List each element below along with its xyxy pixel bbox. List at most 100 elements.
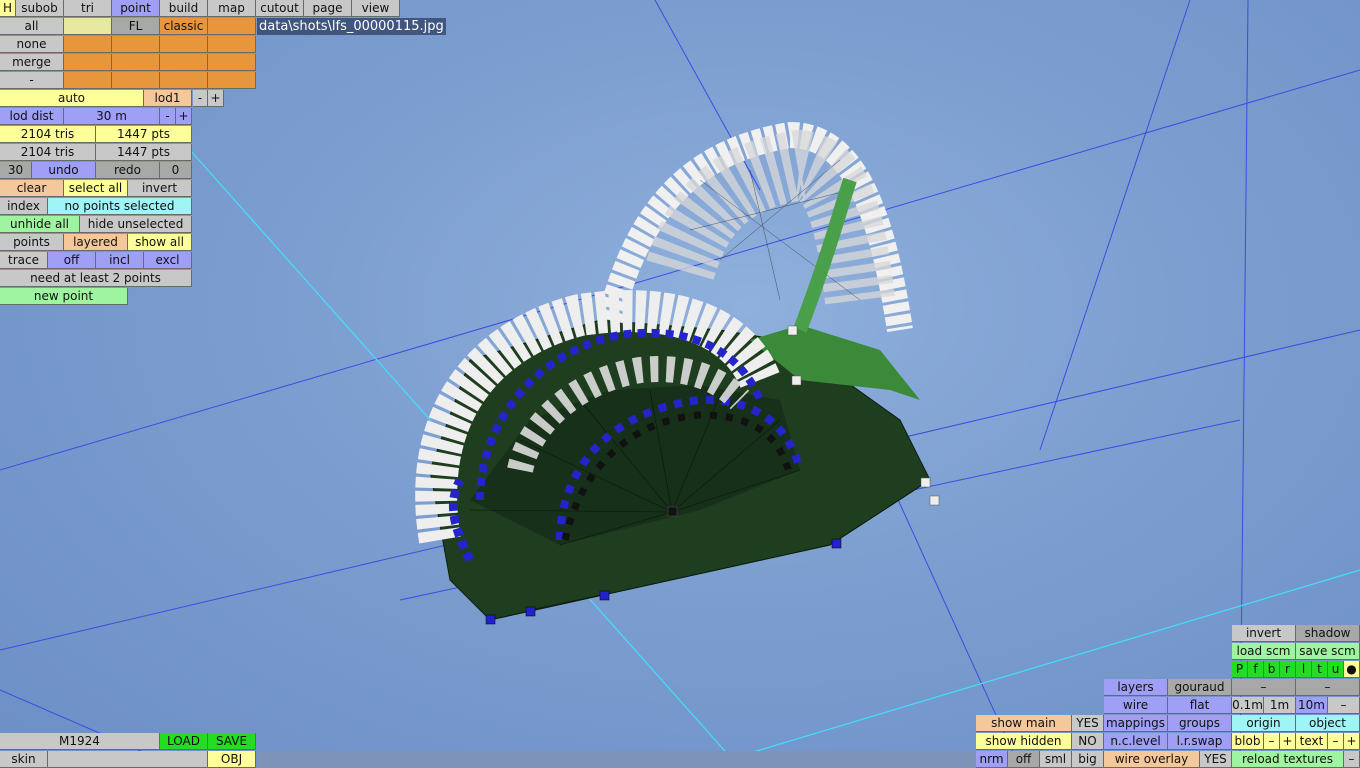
view-b-button[interactable]: b: [1264, 661, 1280, 678]
off-button[interactable]: off: [1008, 751, 1040, 768]
shadow-button[interactable]: shadow: [1296, 625, 1360, 642]
tab-point[interactable]: point: [112, 0, 160, 17]
lod-minus-button[interactable]: -: [193, 90, 208, 107]
groups-button[interactable]: groups: [1168, 715, 1232, 732]
reload-minus-button[interactable]: –: [1344, 751, 1360, 768]
text-button[interactable]: text: [1296, 733, 1328, 750]
lr-swap-button[interactable]: l.r.swap: [1168, 733, 1232, 750]
model-name[interactable]: M1924: [0, 733, 160, 750]
trace-excl-button[interactable]: excl: [144, 252, 192, 269]
lod-plus-button[interactable]: +: [208, 90, 224, 107]
redo-button[interactable]: redo: [96, 162, 160, 179]
tab-help[interactable]: H: [0, 0, 16, 17]
big-button[interactable]: big: [1072, 751, 1104, 768]
tab-map[interactable]: map: [208, 0, 256, 17]
undo-button[interactable]: undo: [32, 162, 96, 179]
view-p-button[interactable]: P: [1232, 661, 1248, 678]
tab-build[interactable]: build: [160, 0, 208, 17]
grid-minus-button[interactable]: –: [1328, 697, 1360, 714]
obj-button[interactable]: OBJ: [208, 751, 256, 768]
show-main-button[interactable]: show main: [976, 715, 1072, 732]
text-minus-button[interactable]: –: [1328, 733, 1344, 750]
origin-button[interactable]: origin: [1232, 715, 1296, 732]
hide-unselected-button[interactable]: hide unselected: [80, 216, 192, 233]
reload-textures-button[interactable]: reload textures: [1232, 751, 1344, 768]
trace-incl-button[interactable]: incl: [96, 252, 144, 269]
points-button[interactable]: points: [0, 234, 64, 251]
clear-button[interactable]: clear: [0, 180, 64, 197]
3d-viewport[interactable]: [0, 0, 1360, 768]
select-slot[interactable]: [160, 54, 208, 71]
collapse-right-button[interactable]: –: [1296, 679, 1360, 696]
save-scm-button[interactable]: save scm: [1296, 643, 1360, 660]
lod-auto-button[interactable]: auto: [0, 90, 144, 107]
view-l-button[interactable]: l: [1296, 661, 1312, 678]
grid-1m-button[interactable]: 1m: [1264, 697, 1296, 714]
select-slot[interactable]: [208, 72, 256, 89]
grid-10m-button[interactable]: 10m: [1296, 697, 1328, 714]
index-button[interactable]: index: [0, 198, 48, 215]
select-slot[interactable]: [208, 36, 256, 53]
select-slot[interactable]: [160, 72, 208, 89]
tab-cutout[interactable]: cutout: [256, 0, 304, 17]
flat-button[interactable]: flat: [1168, 697, 1232, 714]
select-none-button[interactable]: none: [0, 36, 64, 53]
lod-dist-value[interactable]: 30 m: [64, 108, 160, 125]
dot-icon[interactable]: ●: [1344, 661, 1360, 678]
tab-tri[interactable]: tri: [64, 0, 112, 17]
layers-button[interactable]: layers: [1104, 679, 1168, 696]
wire-overlay-button[interactable]: wire overlay: [1104, 751, 1200, 768]
trace-off-button[interactable]: off: [48, 252, 96, 269]
select-slot-1[interactable]: [64, 18, 112, 35]
select-slot[interactable]: [112, 54, 160, 71]
nc-level-button[interactable]: n.c.level: [1104, 733, 1168, 750]
collapse-left-button[interactable]: –: [1232, 679, 1296, 696]
select-slot[interactable]: [112, 72, 160, 89]
blob-plus-button[interactable]: +: [1280, 733, 1296, 750]
skin-field[interactable]: [48, 751, 208, 768]
select-all-button[interactable]: all: [0, 18, 64, 35]
select-slot-2[interactable]: [208, 18, 256, 35]
view-r-button[interactable]: r: [1280, 661, 1296, 678]
text-plus-button[interactable]: +: [1344, 733, 1360, 750]
view-u-button[interactable]: u: [1328, 661, 1344, 678]
select-slot[interactable]: [64, 72, 112, 89]
show-all-button[interactable]: show all: [128, 234, 192, 251]
tab-view[interactable]: view: [352, 0, 400, 17]
select-slot[interactable]: [64, 54, 112, 71]
mappings-button[interactable]: mappings: [1104, 715, 1168, 732]
show-main-value[interactable]: YES: [1072, 715, 1104, 732]
blob-button[interactable]: blob: [1232, 733, 1264, 750]
new-point-button[interactable]: new point: [0, 288, 128, 305]
lod-dist-minus[interactable]: -: [160, 108, 176, 125]
show-hidden-button[interactable]: show hidden: [976, 733, 1072, 750]
select-all-points-button[interactable]: select all: [64, 180, 128, 197]
fl-button[interactable]: FL: [112, 18, 160, 35]
view-f-button[interactable]: f: [1248, 661, 1264, 678]
nrm-button[interactable]: nrm: [976, 751, 1008, 768]
gouraud-button[interactable]: gouraud: [1168, 679, 1232, 696]
classic-button[interactable]: classic: [160, 18, 208, 35]
object-button[interactable]: object: [1296, 715, 1360, 732]
tab-page[interactable]: page: [304, 0, 352, 17]
blob-minus-button[interactable]: –: [1264, 733, 1280, 750]
tab-subob[interactable]: subob: [16, 0, 64, 17]
select-slot[interactable]: [208, 54, 256, 71]
invert-selection-button[interactable]: invert: [128, 180, 192, 197]
unhide-all-button[interactable]: unhide all: [0, 216, 80, 233]
lod1-button[interactable]: lod1: [144, 90, 192, 107]
show-hidden-value[interactable]: NO: [1072, 733, 1104, 750]
wire-button[interactable]: wire: [1104, 697, 1168, 714]
invert-view-button[interactable]: invert: [1232, 625, 1296, 642]
view-t-button[interactable]: t: [1312, 661, 1328, 678]
layered-button[interactable]: layered: [64, 234, 128, 251]
lod-dist-plus[interactable]: +: [176, 108, 192, 125]
select-slot[interactable]: [64, 36, 112, 53]
load-scm-button[interactable]: load scm: [1232, 643, 1296, 660]
minus-button[interactable]: -: [0, 72, 64, 89]
select-slot[interactable]: [112, 36, 160, 53]
load-button[interactable]: LOAD: [160, 733, 208, 750]
select-slot[interactable]: [160, 36, 208, 53]
save-button[interactable]: SAVE: [208, 733, 256, 750]
grid-0-1m-button[interactable]: 0.1m: [1232, 697, 1264, 714]
